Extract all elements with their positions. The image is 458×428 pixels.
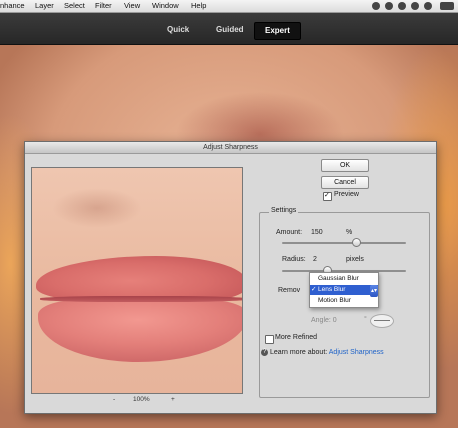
radius-field[interactable]: 2: [313, 255, 317, 264]
wifi-icon[interactable]: [411, 2, 419, 10]
tab-quick[interactable]: Quick: [157, 22, 199, 38]
menu-select[interactable]: Select: [64, 0, 85, 12]
zoom-out-button[interactable]: -: [113, 396, 115, 403]
amount-unit: %: [346, 229, 353, 236]
learn-more-text: Learn more about: Adjust Sharpness: [270, 349, 384, 356]
tab-expert[interactable]: Expert: [254, 22, 301, 40]
menu-bar: nhance Layer Select Filter View Window H…: [0, 0, 458, 13]
preview-label: Preview: [334, 191, 359, 198]
preview-image[interactable]: [31, 167, 243, 394]
battery-icon[interactable]: [440, 2, 454, 10]
zoom-level: 100%: [133, 396, 150, 403]
settings-legend: Settings: [269, 207, 299, 214]
dialog-title[interactable]: Adjust Sharpness: [25, 142, 436, 154]
nose-shadow: [52, 188, 142, 228]
learn-more-link[interactable]: Adjust Sharpness: [329, 349, 384, 356]
checkmark-icon: ✓: [311, 286, 317, 293]
option-gaussian-blur[interactable]: Gaussian Blur: [310, 274, 378, 284]
ok-button[interactable]: OK: [321, 159, 369, 172]
menu-filter[interactable]: Filter: [95, 0, 112, 12]
mode-bar: Quick Guided Expert: [0, 13, 458, 45]
angle-label: Angle: 0: [311, 317, 337, 324]
radius-label: Radius:: [282, 256, 306, 263]
adjust-sharpness-dialog: Adjust Sharpness - 100% + OK Cancel Prev…: [24, 141, 437, 414]
timemachine-icon[interactable]: [398, 2, 406, 10]
sync-icon[interactable]: [372, 2, 380, 10]
preview-checkbox[interactable]: [323, 191, 332, 201]
angle-dial[interactable]: [370, 314, 394, 328]
menu-window[interactable]: Window: [152, 0, 179, 12]
amount-field[interactable]: 150: [311, 228, 323, 237]
menu-view[interactable]: View: [124, 0, 140, 12]
cancel-button[interactable]: Cancel: [321, 176, 369, 189]
volume-icon[interactable]: [424, 2, 432, 10]
zoom-in-button[interactable]: +: [171, 396, 175, 403]
mouth-line: [40, 296, 242, 302]
amount-slider-track[interactable]: [282, 242, 406, 244]
bluetooth-icon[interactable]: [385, 2, 393, 10]
remove-dropdown-menu[interactable]: Gaussian Blur ✓ Lens Blur Motion Blur: [309, 272, 379, 308]
option-motion-blur[interactable]: Motion Blur: [310, 296, 378, 306]
zoom-controls: - 100% +: [31, 396, 241, 408]
help-icon: ?: [261, 349, 268, 356]
angle-needle: [374, 320, 390, 321]
tab-guided[interactable]: Guided: [206, 22, 254, 38]
angle-unit: °: [364, 316, 367, 323]
menu-enhance[interactable]: nhance: [0, 0, 25, 12]
more-refined-checkbox[interactable]: [265, 335, 274, 344]
chevron-updown-icon[interactable]: ▴▾: [370, 285, 378, 297]
menu-layer[interactable]: Layer: [35, 0, 54, 12]
option-lens-blur[interactable]: ✓ Lens Blur: [310, 285, 378, 295]
more-refined-label: More Refined: [275, 334, 318, 341]
amount-label: Amount:: [276, 229, 303, 236]
menu-help[interactable]: Help: [191, 0, 206, 12]
remove-label: Remov: [278, 287, 301, 294]
radius-unit: pixels: [346, 256, 364, 263]
